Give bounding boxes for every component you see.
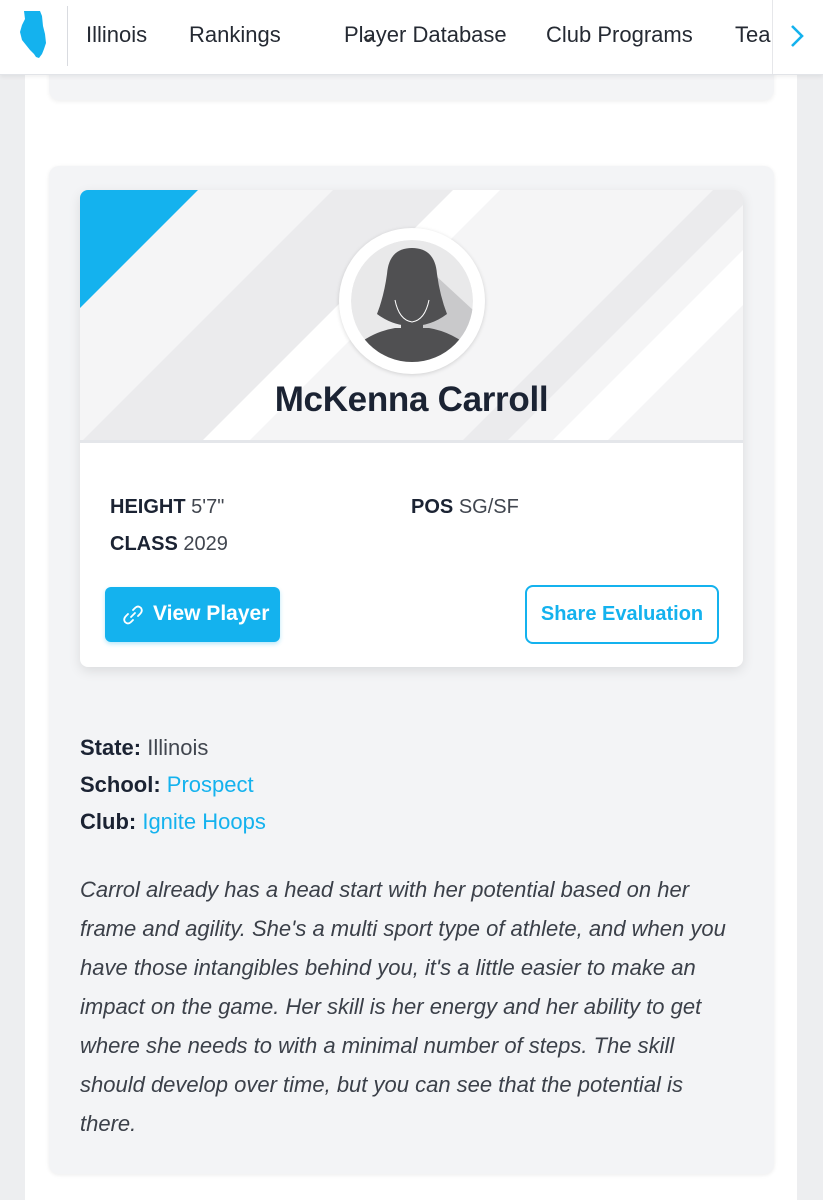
player-name: McKenna Carroll [274, 380, 549, 419]
club-row: Club: Ignite Hoops [80, 809, 266, 835]
school-label: School: [80, 772, 161, 797]
club-link[interactable]: Ignite Hoops [142, 809, 266, 834]
nav-item-rankings[interactable]: Rankings [189, 20, 281, 50]
nav-item-player-database[interactable]: Player Database [344, 20, 507, 50]
player-silhouette-icon [351, 240, 473, 362]
height-label: HEIGHT [110, 496, 186, 518]
share-evaluation-button[interactable]: Share Evaluation [525, 585, 719, 644]
position-label: POS [411, 496, 454, 518]
class-value: 2029 [183, 533, 228, 555]
nav-item-teams[interactable]: Tea [735, 20, 770, 50]
player-card: McKenna Carroll HEIGHT 5'7" CLASS 2029 P… [80, 190, 743, 667]
link-icon [123, 605, 143, 625]
class-stat: CLASS 2029 [110, 533, 228, 556]
nav-item-club-programs[interactable]: Club Programs [546, 20, 693, 50]
position-stat: POS SG/SF [411, 496, 519, 519]
height-value: 5'7" [191, 496, 225, 518]
player-avatar [339, 228, 485, 374]
state-value: Illinois [147, 735, 209, 760]
nav-scroll-button[interactable] [772, 0, 823, 74]
illinois-state-icon[interactable] [18, 10, 50, 60]
position-value: SG/SF [458, 496, 519, 518]
evaluation-text: Carrol already has a head start with her… [80, 877, 726, 1136]
state-label: State: [80, 735, 142, 760]
banner-divider [80, 440, 743, 443]
club-label: Club: [80, 809, 137, 834]
class-label: CLASS [110, 533, 178, 555]
chevron-right-icon [791, 25, 804, 47]
view-player-label: View Player [153, 602, 270, 625]
height-stat: HEIGHT 5'7" [110, 496, 224, 519]
top-navigation: Illinois Rankings Player Database Club P… [0, 0, 823, 75]
view-player-button[interactable]: View Player [105, 587, 280, 642]
school-row: School: Prospect [80, 772, 254, 798]
state-row: State: Illinois [80, 735, 208, 761]
nav-item-illinois[interactable]: Illinois [86, 20, 147, 50]
school-link[interactable]: Prospect [167, 772, 254, 797]
nav-menu: Illinois Rankings Player Database Club P… [68, 0, 773, 74]
